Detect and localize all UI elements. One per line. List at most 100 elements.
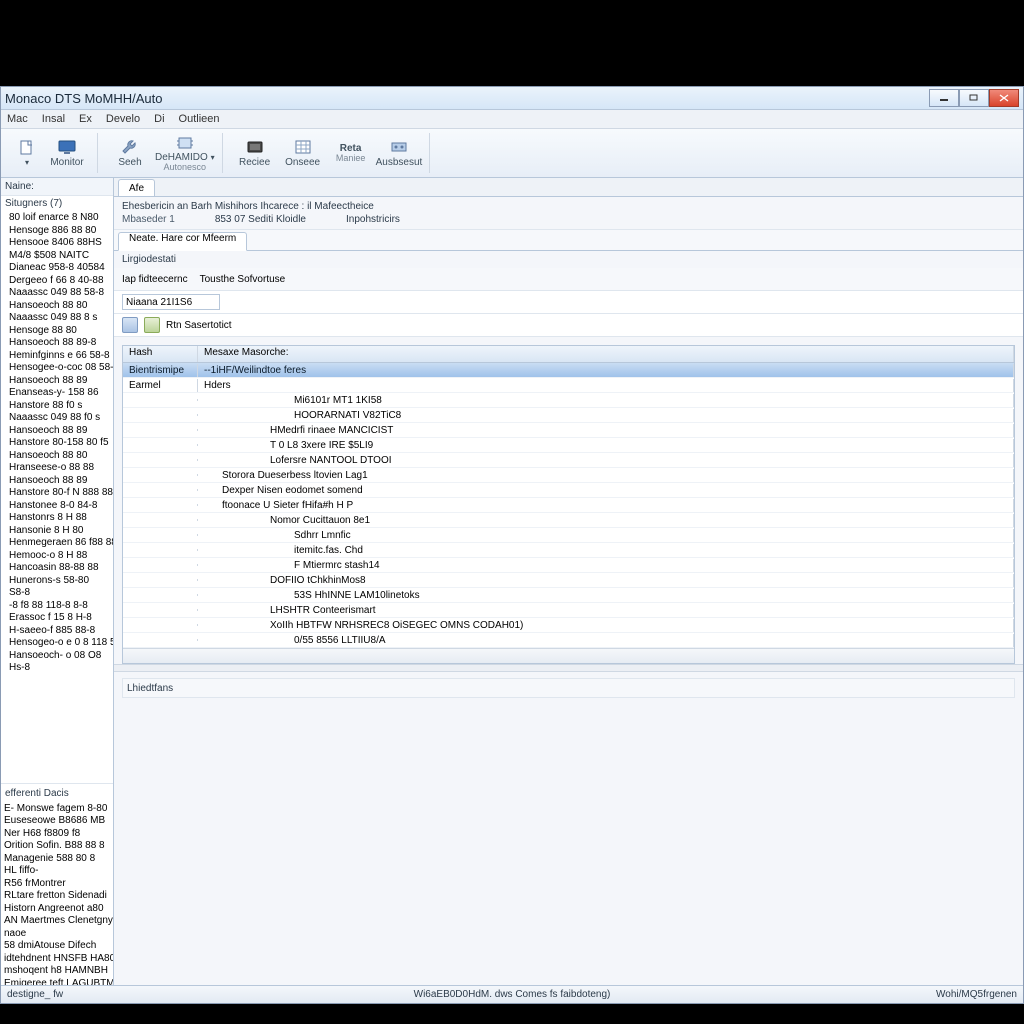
tree-item[interactable]: -8 f8 88 118-8 8-8 (9, 600, 113, 613)
grid-row[interactable]: HOORARNATI V82TiC8 (123, 408, 1014, 423)
menu-item[interactable]: Insal (42, 113, 65, 125)
menu-item[interactable]: Ex (79, 113, 92, 125)
grid-row[interactable]: ftoonace U Sieter fHifa#h H P (123, 498, 1014, 513)
tree-item[interactable]: Hensogee-o-coc 08 58- (9, 362, 113, 375)
list-item[interactable]: R56 frMontrer (4, 878, 110, 891)
tree-item[interactable]: M4/8 $508 NAITC (9, 250, 113, 263)
lower-panel-header[interactable]: Lhiedtfans (122, 678, 1015, 698)
new-button[interactable]: ▾ (11, 133, 43, 173)
grid-row[interactable]: T 0 L8 3xere IRE $5LI9 (123, 438, 1014, 453)
tree-item[interactable]: Hanstonee 8-0 84-8 (9, 500, 113, 513)
ecu-tree[interactable]: 80 loif enarce 8 N80Hensoge 886 88 80Hen… (1, 211, 113, 781)
left-pane-footer-list[interactable]: E- Monswe fagem 8-80Euseseowe B8686 MBNe… (1, 801, 113, 993)
tree-item[interactable]: Hancoasin 88-88 88 (9, 562, 113, 575)
list-item[interactable]: Managenie 588 80 8 (4, 853, 110, 866)
tree-item[interactable]: Hensoge 88 80 (9, 325, 113, 338)
address-button[interactable]: Ausbsesut (375, 133, 424, 173)
grid-row[interactable]: 53S HhINNE LAM10linetoks (123, 588, 1014, 603)
tree-item[interactable]: Naaassc 049 88 58-8 (9, 287, 113, 300)
menu-item[interactable]: Mac (7, 113, 28, 125)
tree-item[interactable]: Hranseese-o 88 88 (9, 462, 113, 475)
list-item[interactable]: Euseseowe B8686 MB (4, 815, 110, 828)
grid-col-header[interactable]: Hash (123, 346, 198, 362)
grid-row[interactable]: F Mtiermrc stash14 (123, 558, 1014, 573)
tree-item[interactable]: Naaassc 049 88 8 s (9, 312, 113, 325)
action-icon-button[interactable] (122, 317, 138, 333)
grid-row[interactable]: LHSHTR Conteerismart (123, 603, 1014, 618)
list-item[interactable]: 58 dmiAtouse Difech (4, 940, 110, 953)
grid-row[interactable]: XoIIh HBTFW NRHSREC8 OiSEGEC OMNS CODAH0… (123, 618, 1014, 633)
grid-row[interactable]: itemitc.fas. Chd (123, 543, 1014, 558)
grid-row[interactable]: Storora Dueserbess ltovien Lag1 (123, 468, 1014, 483)
grid-row[interactable]: Mi6101r MT1 1KI58 (123, 393, 1014, 408)
tree-item[interactable]: Dianeac 958-8 40584 (9, 262, 113, 275)
tree-item[interactable]: Hansoeoch- o 08 O8 (9, 650, 113, 663)
monitor-button[interactable]: Monitor (43, 133, 91, 173)
dehamido-button[interactable]: DeHAMIDO ▾ Autonesco (154, 133, 216, 173)
menu-item[interactable]: Develo (106, 113, 140, 125)
tree-item[interactable]: Hs-8 (9, 662, 113, 675)
tree-item[interactable]: Hansoeoch 88 89 (9, 425, 113, 438)
tree-item[interactable]: Hansoeoch 88 80 (9, 450, 113, 463)
tree-item[interactable]: 80 loif enarce 8 N80 (9, 212, 113, 225)
tree-item[interactable]: Dergeeo f 66 8 40-88 (9, 275, 113, 288)
list-item[interactable]: AN Maertmes Clenetgny (4, 915, 110, 928)
list-item[interactable]: Orition Sofin. B88 88 8 (4, 840, 110, 853)
tree-item[interactable]: Hanstore 80-158 80 f5 (9, 437, 113, 450)
left-pane-subheader[interactable]: Situgners (7) (1, 196, 113, 211)
grid-col-header[interactable]: Mesaxe Masorche: (198, 346, 1014, 362)
list-item[interactable]: idtehdnent HNSFB HA80 (4, 953, 110, 966)
list-item[interactable]: naoe (4, 928, 110, 941)
grid-row[interactable]: Nomor Cucittauon 8e1 (123, 513, 1014, 528)
grid-row[interactable]: 0/55 8556 LLTIIU8/A (123, 633, 1014, 648)
grid-row[interactable]: Lofersre NANTOOL DTOOI (123, 453, 1014, 468)
tree-item[interactable]: Hanstonrs 8 H 88 (9, 512, 113, 525)
restore-button[interactable] (959, 89, 989, 107)
main-tab[interactable]: Afe (118, 179, 155, 196)
tree-item[interactable]: Hansoeoch 88 89 (9, 475, 113, 488)
ecu-button[interactable]: Reciee (231, 133, 279, 173)
wrench-button[interactable]: Seeh (106, 133, 154, 173)
tree-item[interactable]: Heminfginns e 66 58-8 (9, 350, 113, 363)
list-item[interactable]: HL fiffo- (4, 865, 110, 878)
list-item[interactable]: RLtare fretton Sidenadi (4, 890, 110, 903)
grid-row[interactable]: Sdhrr Lmnfic (123, 528, 1014, 543)
tree-item[interactable]: Hansoeoch 88 80 (9, 300, 113, 313)
grid-row[interactable]: HMedrfi rinaee MANCICIST (123, 423, 1014, 438)
menu-item[interactable]: Di (154, 113, 164, 125)
tree-item[interactable]: Hanstore 80-f N 888 88 (9, 487, 113, 500)
run-label[interactable]: Rtn Sasertotict (166, 320, 232, 331)
tree-item[interactable]: Erassoc f 15 8 H-8 (9, 612, 113, 625)
list-item[interactable]: mshoqent h8 HAMNBH (4, 965, 110, 978)
grid-row[interactable]: DOFIIO tChkhinMos8 (123, 573, 1014, 588)
grid-row-selected[interactable]: Bientrismipe --1iHF/Weilindtoe feres (123, 363, 1014, 378)
splitter-horizontal[interactable] (1, 783, 113, 784)
list-item[interactable]: Historn Angreenot a80 (4, 903, 110, 916)
minimize-button[interactable] (929, 89, 959, 107)
splitter-horizontal[interactable] (114, 664, 1023, 672)
filter-input[interactable] (122, 294, 220, 310)
grid-row[interactable]: EarmelHders (123, 378, 1014, 393)
grid-row[interactable]: Dexper Nisen eodomet somend (123, 483, 1014, 498)
tree-item[interactable]: H-saeeo-f 885 88-8 (9, 625, 113, 638)
tree-item[interactable]: Hensogeo-o e 0 8 118 58 (9, 637, 113, 650)
close-button[interactable] (989, 89, 1019, 107)
tree-item[interactable]: Hensooe 8406 88HS (9, 237, 113, 250)
list-item[interactable]: Ner H68 f8809 f8 (4, 828, 110, 841)
tree-item[interactable]: Enanseas-y- 158 86 (9, 387, 113, 400)
tree-item[interactable]: Hensoge 886 88 80 (9, 225, 113, 238)
tree-item[interactable]: Hanstore 88 f0 s (9, 400, 113, 413)
tree-item[interactable]: S8-8 (9, 587, 113, 600)
tree-item[interactable]: Hansonie 8 H 80 (9, 525, 113, 538)
menu-item[interactable]: Outlieen (179, 113, 220, 125)
create-button[interactable]: Onseee (279, 133, 327, 173)
tree-item[interactable]: Hansoeoch 88 89 (9, 375, 113, 388)
tree-item[interactable]: Hemooc-o 8 H 88 (9, 550, 113, 563)
sub-tab[interactable]: Neate. Hare cor Mfeerm (118, 232, 247, 251)
tree-item[interactable]: Henmegeraen 86 f88 88 (9, 537, 113, 550)
reta-button[interactable]: Reta Maniee (327, 133, 375, 173)
action-icon-button[interactable] (144, 317, 160, 333)
tree-item[interactable]: Hansoeoch 88 89-8 (9, 337, 113, 350)
list-item[interactable]: E- Monswe fagem 8-80 (4, 803, 110, 816)
tree-item[interactable]: Hunerons-s 58-80 (9, 575, 113, 588)
